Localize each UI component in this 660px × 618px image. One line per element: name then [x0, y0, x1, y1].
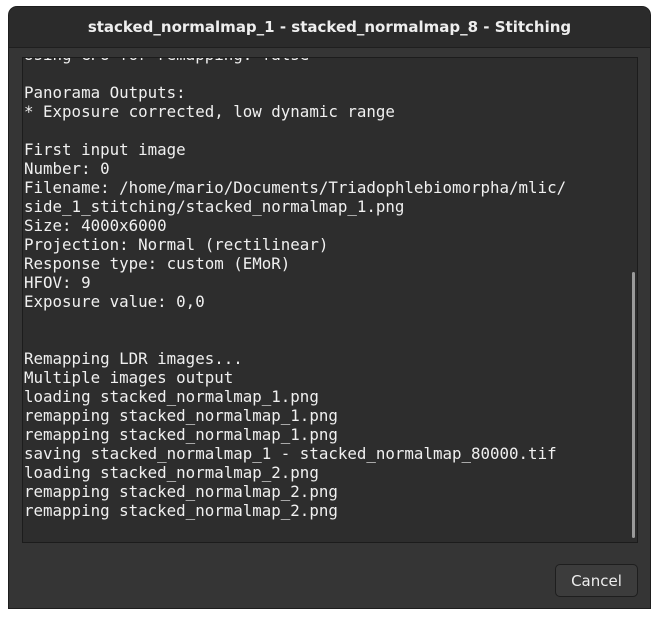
log-line: remapping stacked_normalmap_2.png — [24, 482, 338, 501]
log-line: Size: 4000x6000 — [24, 216, 167, 235]
title-bar[interactable]: stacked_normalmap_1 - stacked_normalmap_… — [9, 7, 650, 48]
log-line: HFOV: 9 — [24, 273, 91, 292]
scrollbar[interactable] — [629, 58, 637, 542]
log-text: Using GPU for remapping: false Panorama O… — [24, 58, 567, 520]
log-line: loading stacked_normalmap_1.png — [24, 387, 319, 406]
log-line: First input image — [24, 140, 186, 159]
log-line: Response type: custom (EMoR) — [24, 254, 291, 273]
scrollbar-thumb[interactable] — [632, 272, 635, 538]
log-output-area[interactable]: Using GPU for remapping: false Panorama O… — [22, 57, 638, 543]
log-line: remapping stacked_normalmap_1.png — [24, 406, 338, 425]
log-line: loading stacked_normalmap_2.png — [24, 463, 319, 482]
log-line: Exposure value: 0,0 — [24, 292, 205, 311]
log-line: Projection: Normal (rectilinear) — [24, 235, 329, 254]
log-line: Filename: /home/mario/Documents/Triadoph… — [24, 178, 567, 197]
log-line: Using GPU for remapping: false — [24, 58, 566, 64]
log-line: Number: 0 — [24, 159, 110, 178]
log-line: remapping stacked_normalmap_2.png — [24, 501, 338, 520]
log-line: side_1_stitching/stacked_normalmap_1.png — [24, 197, 405, 216]
log-line: * Exposure corrected, low dynamic range — [24, 102, 395, 121]
window-title: stacked_normalmap_1 - stacked_normalmap_… — [87, 18, 572, 36]
cancel-button[interactable]: Cancel — [555, 564, 638, 597]
log-line: Multiple images output — [24, 368, 234, 387]
log-line: Remapping LDR images... — [24, 349, 243, 368]
log-line: Panorama Outputs: — [24, 83, 186, 102]
log-line: saving stacked_normalmap_1 - stacked_nor… — [24, 444, 557, 463]
log-line: remapping stacked_normalmap_1.png — [24, 425, 338, 444]
stitching-dialog: stacked_normalmap_1 - stacked_normalmap_… — [9, 7, 650, 608]
